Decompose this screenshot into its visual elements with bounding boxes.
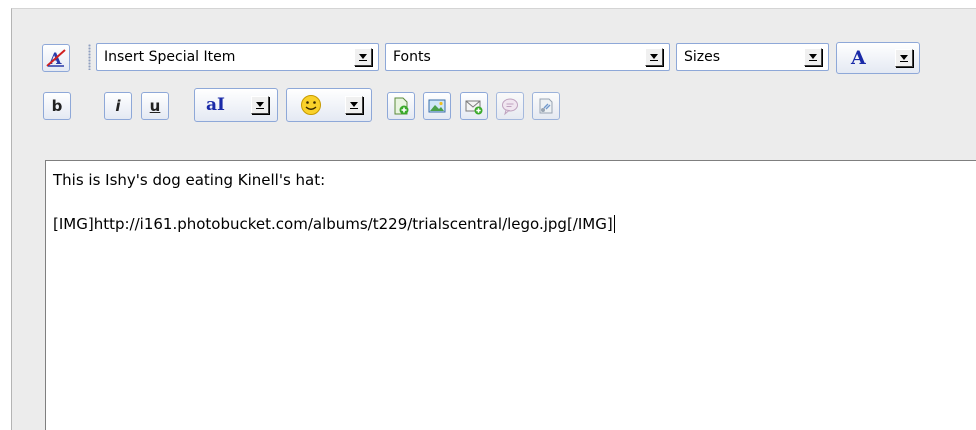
underline-button[interactable]: u — [141, 92, 169, 120]
editor-line-1: This is Ishy's dog eating Kinell's hat: — [53, 171, 326, 189]
font-color-icon: A — [851, 47, 866, 69]
chevron-down-icon[interactable] — [895, 49, 913, 67]
special-item-select[interactable]: Insert Special Item — [96, 43, 379, 71]
italic-icon: i — [115, 97, 121, 115]
insert-link-icon — [394, 97, 409, 115]
chevron-down-icon[interactable] — [251, 96, 269, 114]
sizes-select-value: Sizes — [684, 49, 721, 65]
chevron-down-icon[interactable] — [354, 48, 372, 66]
remove-format-button[interactable]: A — [42, 44, 70, 72]
italic-button[interactable]: i — [104, 92, 132, 120]
chevron-down-icon[interactable] — [804, 48, 822, 66]
code-icon — [539, 98, 553, 114]
insert-email-button[interactable] — [460, 92, 488, 120]
fonts-select-value: Fonts — [393, 49, 431, 65]
smiley-icon — [301, 95, 321, 115]
insert-link-button[interactable] — [387, 92, 415, 120]
remove-format-icon: A — [46, 49, 66, 68]
font-color-button[interactable]: A — [836, 42, 920, 74]
insert-image-button[interactable] — [423, 92, 451, 120]
bold-button[interactable]: b — [43, 92, 71, 120]
text-style-button[interactable]: aI — [194, 88, 278, 122]
insert-email-icon — [465, 100, 483, 115]
quote-bubble-icon — [502, 98, 518, 116]
editor-line-2: [IMG]http://i161.photobucket.com/albums/… — [53, 215, 615, 233]
special-item-select-value: Insert Special Item — [104, 49, 236, 65]
insert-quote-button[interactable] — [496, 92, 524, 120]
message-textarea[interactable]: This is Ishy's dog eating Kinell's hat: … — [45, 160, 976, 430]
smiley-button[interactable] — [286, 88, 372, 122]
toolbar-grip — [88, 44, 91, 70]
chevron-down-icon[interactable] — [345, 96, 363, 114]
insert-code-button[interactable] — [532, 92, 560, 120]
underline-icon: u — [149, 97, 161, 115]
sizes-select[interactable]: Sizes — [676, 43, 829, 71]
text-caret — [613, 215, 615, 233]
text-style-icon: aI — [206, 95, 225, 115]
insert-image-icon — [428, 99, 446, 113]
editor-line-2-text: [IMG]http://i161.photobucket.com/albums/… — [53, 215, 613, 233]
fonts-select[interactable]: Fonts — [385, 43, 670, 71]
chevron-down-icon[interactable] — [645, 48, 663, 66]
bold-icon: b — [51, 97, 63, 115]
